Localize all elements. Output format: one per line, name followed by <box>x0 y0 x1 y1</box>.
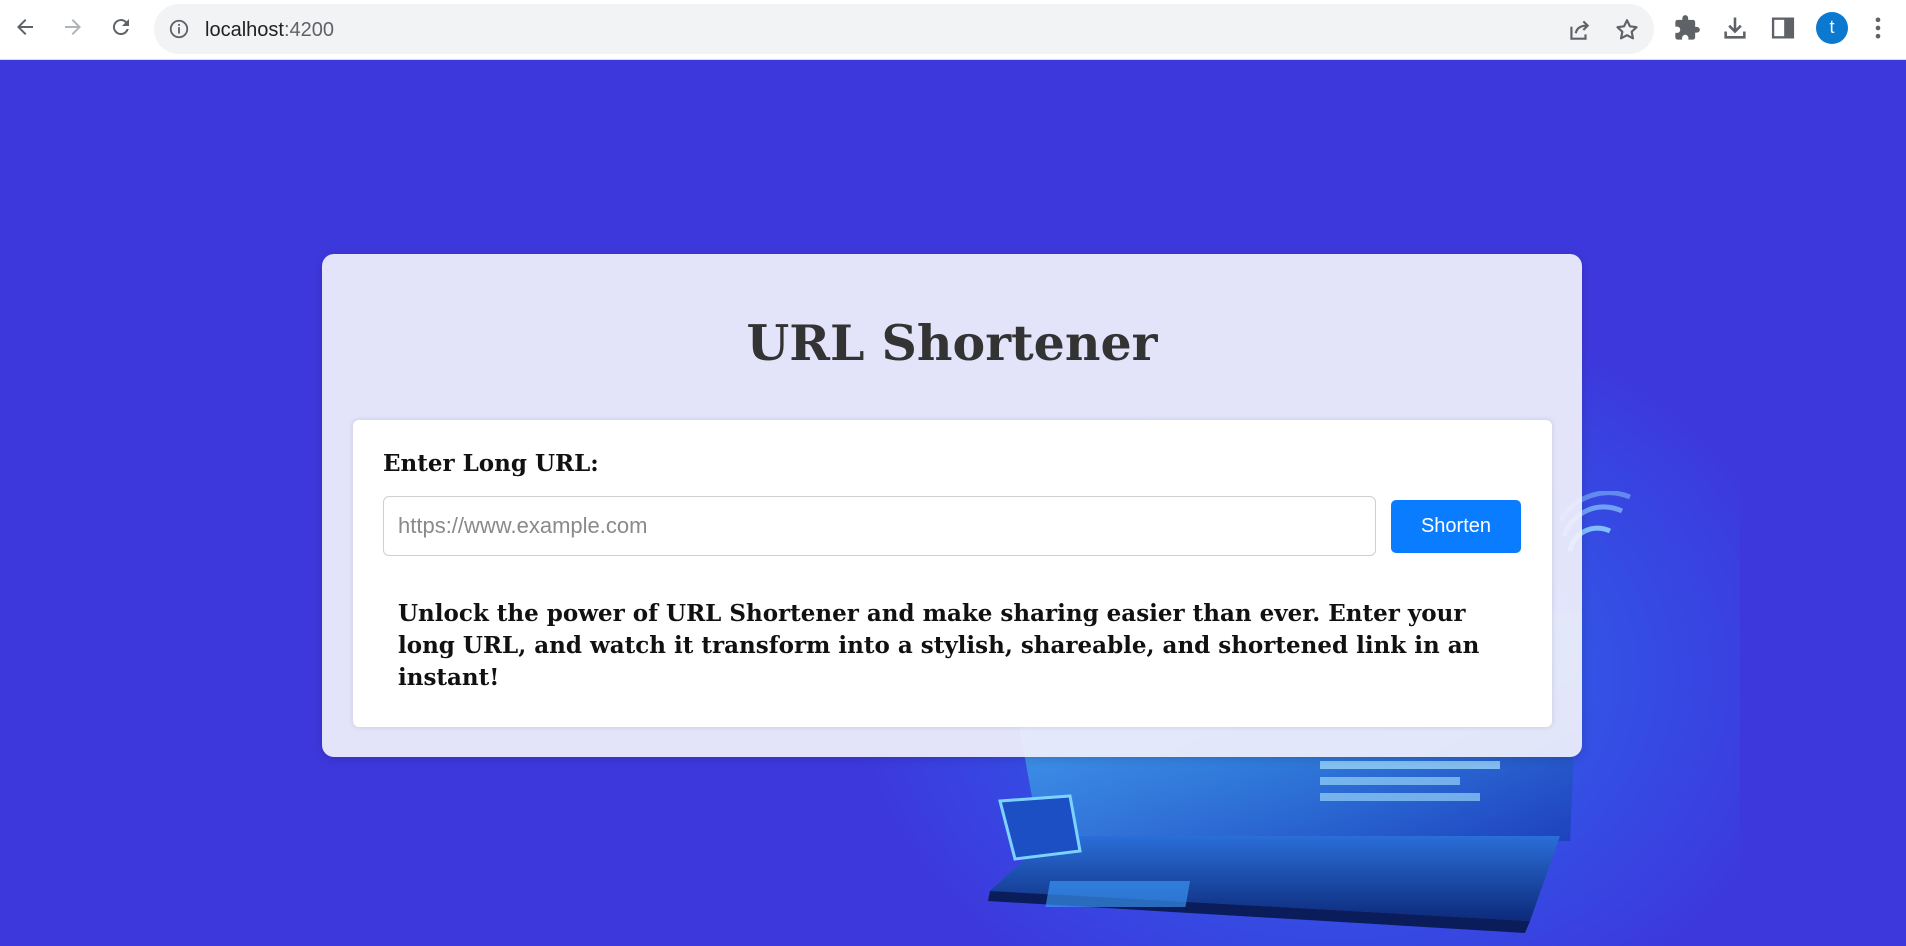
extensions-icon[interactable] <box>1673 14 1701 42</box>
reload-button[interactable] <box>104 10 138 44</box>
profile-avatar[interactable]: t <box>1816 12 1848 44</box>
shorten-button[interactable]: Shorten <box>1391 500 1521 553</box>
back-arrow-icon <box>17 19 33 35</box>
address-text: localhost:4200 <box>205 19 334 42</box>
shortener-card: URL Shortener Enter Long URL: Shorten Un… <box>322 254 1582 757</box>
url-host: localhost <box>205 19 284 41</box>
url-form: Enter Long URL: Shorten Unlock the power… <box>353 420 1552 727</box>
reload-icon <box>112 19 129 36</box>
side-panel-icon[interactable] <box>1769 14 1797 42</box>
page-viewport: URL Shortener Enter Long URL: Shorten Un… <box>0 61 1906 946</box>
menu-dots-icon[interactable] <box>1864 14 1892 42</box>
long-url-input[interactable] <box>383 496 1376 556</box>
forward-button[interactable] <box>56 10 90 44</box>
forward-arrow-icon <box>65 19 81 35</box>
page-title: URL Shortener <box>746 314 1158 372</box>
star-icon[interactable] <box>1614 17 1640 43</box>
share-icon[interactable] <box>1566 17 1592 43</box>
back-button[interactable] <box>8 10 42 44</box>
url-port: :4200 <box>283 19 334 41</box>
browser-toolbar: localhost:4200 t <box>0 0 1906 60</box>
download-icon[interactable] <box>1721 14 1749 42</box>
info-icon[interactable] <box>168 18 190 40</box>
description-text: Unlock the power of URL Shortener and ma… <box>398 600 1480 691</box>
address-bar[interactable]: localhost:4200 <box>154 4 1654 54</box>
long-url-label: Enter Long URL: <box>383 450 599 477</box>
